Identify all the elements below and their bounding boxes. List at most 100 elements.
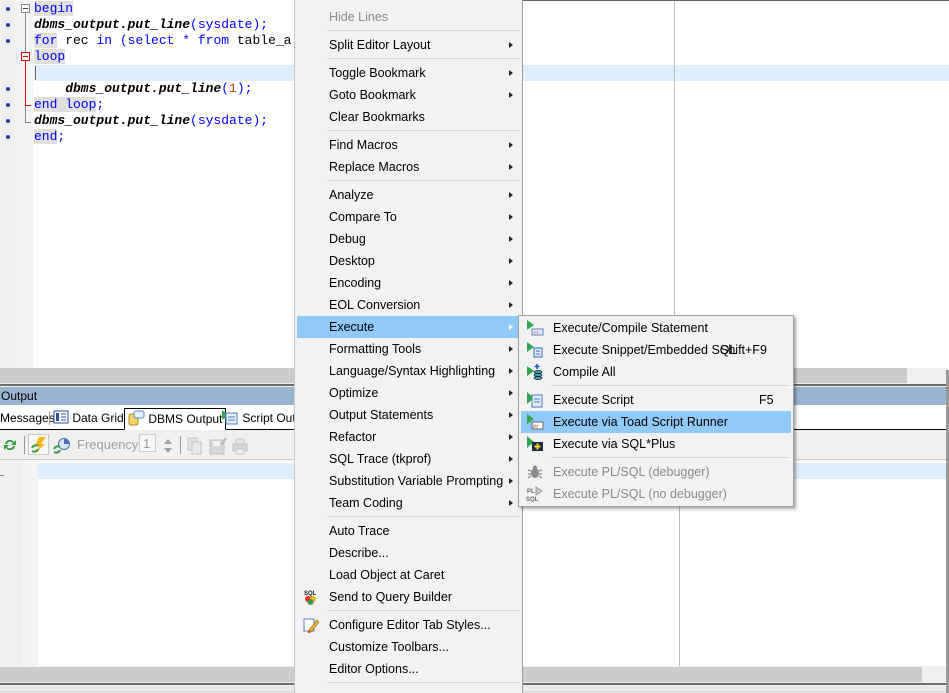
menu-item-analyze[interactable]: Analyze	[297, 184, 521, 206]
menu-item-output-statements[interactable]: Output Statements	[297, 404, 521, 426]
menu-item-load-object-at-caret[interactable]: Load Object at Caret	[297, 564, 521, 586]
submenu-item-execute-snippet-embedded-sql[interactable]: Execute Snippet/Embedded SQL Shift+F9	[521, 339, 791, 361]
menu-item-configure-editor-tab-styles[interactable]: Configure Editor Tab Styles...	[297, 614, 521, 636]
submenu-item-execute-compile-statement[interactable]: <> Execute/Compile Statement	[521, 317, 791, 339]
line-marker-dot[interactable]	[6, 119, 10, 123]
code-line[interactable]: dbms_output.put_line(sysdate);	[34, 113, 268, 129]
menu-item-desktop[interactable]: Desktop	[297, 250, 521, 272]
code-token: (sysdate);	[190, 113, 269, 128]
menu-item-label: Formatting Tools	[329, 342, 422, 356]
menu-item-label: Compare To	[329, 210, 397, 224]
code-token: in	[96, 33, 113, 48]
line-marker-dot[interactable]	[6, 7, 10, 11]
menu-item-encoding[interactable]: Encoding	[297, 272, 521, 294]
menu-item-substitution-variable-prompting[interactable]: Substitution Variable Prompting	[297, 470, 521, 492]
menu-item-toggle-bookmark[interactable]: Toggle Bookmark	[297, 62, 521, 84]
line-marker-dot[interactable]	[6, 135, 10, 139]
submenu-arrow-icon	[509, 346, 513, 352]
code-line[interactable]: for rec in (select * from table_a	[34, 33, 292, 49]
menu-item-optimize[interactable]: Optimize	[297, 382, 521, 404]
submenu-item-compile-all[interactable]: Compile All	[521, 361, 791, 383]
line-marker-dot[interactable]	[6, 103, 10, 107]
menu-item-clear-bookmarks[interactable]: Clear Bookmarks	[297, 106, 521, 128]
submenu-arrow-icon	[509, 324, 513, 330]
menu-item-label: Find Macros	[329, 138, 398, 152]
menu-item-eol-conversion[interactable]: EOL Conversion	[297, 294, 521, 316]
menu-item-compare-to[interactable]: Compare To	[297, 206, 521, 228]
fold-guide-end	[25, 122, 31, 123]
menu-item-language-syntax-highlighting[interactable]: Language/Syntax Highlighting	[297, 360, 521, 382]
fold-toggle-begin[interactable]	[21, 4, 30, 13]
frequency-spinner-icon[interactable]	[163, 438, 173, 454]
submenu-item-execute-pl-sql-debugger: Execute PL/SQL (debugger)	[521, 461, 791, 483]
code-line[interactable]: loop	[34, 49, 66, 65]
menu-item-execute[interactable]: Execute	[297, 316, 521, 338]
tab-separator	[49, 411, 50, 425]
code-token: (	[221, 81, 230, 96]
menu-item-auto-trace[interactable]: Auto Trace	[297, 520, 521, 542]
fold-toggle-loop[interactable]	[21, 52, 30, 61]
menu-item-find-macros[interactable]: Find Macros	[297, 134, 521, 156]
line-marker-dot[interactable]	[6, 23, 10, 27]
menu-item-editor-options[interactable]: Editor Options...	[297, 658, 521, 680]
copy-icon[interactable]	[186, 437, 204, 455]
code-line[interactable]: dbms_output.put_line(1);	[34, 81, 252, 97]
code-line[interactable]: end;	[34, 129, 65, 145]
line-marker-dot[interactable]	[6, 39, 10, 43]
submenu-arrow-icon	[509, 368, 513, 374]
tab-data-grid[interactable]: Data Grid	[53, 408, 124, 428]
line-marker-dot[interactable]	[6, 87, 10, 91]
toolbar-separator	[24, 436, 25, 454]
menu-item-debug[interactable]: Debug	[297, 228, 521, 250]
dbms-output-icon	[128, 410, 145, 426]
submenu-item-execute-via-toad-script-runner[interactable]: trr Execute via Toad Script Runner	[521, 411, 791, 433]
code-line[interactable]: end loop;	[34, 97, 104, 113]
menu-item-describe[interactable]: Describe...	[297, 542, 521, 564]
output-title-text: Output	[1, 389, 38, 403]
code-line[interactable]: begin	[34, 1, 74, 17]
execute-snippet-icon	[527, 342, 543, 358]
code-token: from	[197, 33, 230, 48]
tab-dbms-output[interactable]: DBMS Output	[124, 408, 227, 430]
frequency-input[interactable]: 1	[139, 434, 156, 452]
menu-item-label: Encoding	[329, 276, 382, 290]
menu-item-label: Execute	[329, 320, 375, 334]
menu-item-label: Language/Syntax Highlighting	[329, 364, 496, 378]
menu-item-hide-lines: Hide Lines	[297, 6, 521, 28]
menu-item-customize-toolbars[interactable]: Customize Toolbars...	[297, 636, 521, 658]
frequency-label: Frequency:	[77, 437, 143, 452]
menu-item-label: Describe...	[329, 546, 389, 560]
refresh-icon[interactable]	[2, 437, 18, 453]
output-on-icon	[31, 437, 46, 453]
code-token: (sysdate);	[190, 17, 269, 32]
polling-icon[interactable]	[53, 437, 71, 455]
submenu-arrow-icon	[509, 302, 513, 308]
code-token: dbms_output.put_line	[34, 81, 222, 96]
editor-gutter	[0, 0, 17, 368]
menu-item-split-editor-layout[interactable]: Split Editor Layout	[297, 34, 521, 56]
toggle-output-button[interactable]	[28, 434, 49, 455]
menu-item-send-to-query-builder[interactable]: SQL Send to Query Builder	[297, 586, 521, 608]
menu-item-sql-trace-tkprof[interactable]: SQL Trace (tkprof)	[297, 448, 521, 470]
menu-item-refactor[interactable]: Refactor	[297, 426, 521, 448]
print-icon[interactable]	[231, 437, 249, 455]
code-token: ;	[96, 97, 105, 112]
submenu-item-execute-script[interactable]: Execute Script F5	[521, 389, 791, 411]
shortcut-label: Shift+F9	[720, 343, 767, 357]
menu-item-formatting-tools[interactable]: Formatting Tools	[297, 338, 521, 360]
tab-script-output[interactable]: Script Outp	[221, 408, 302, 428]
save-icon[interactable]	[209, 437, 227, 455]
tab-messages[interactable]: Messages	[0, 408, 55, 428]
debugger-bug-icon	[527, 465, 543, 479]
code-token: 1	[229, 81, 237, 96]
tab-label: DBMS Output	[148, 412, 223, 426]
menu-item-replace-macros[interactable]: Replace Macros	[297, 156, 521, 178]
submenu-arrow-icon	[509, 456, 513, 462]
submenu-item-execute-via-sql-plus[interactable]: Execute via SQL*Plus	[521, 433, 791, 455]
svg-text:<>: <>	[534, 330, 540, 335]
menu-item-team-coding[interactable]: Team Coding	[297, 492, 521, 514]
code-line[interactable]: dbms_output.put_line(sysdate);	[34, 17, 268, 33]
menu-item-goto-bookmark[interactable]: Goto Bookmark	[297, 84, 521, 106]
submenu-arrow-icon	[509, 390, 513, 396]
right-margin-line	[674, 0, 675, 368]
